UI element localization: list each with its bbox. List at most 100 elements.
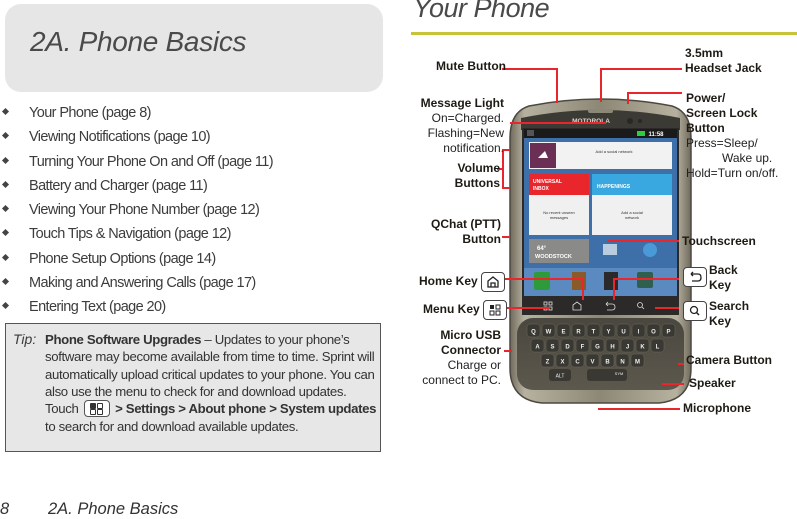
section-divider — [411, 32, 797, 35]
keyboard-key-label: B — [605, 360, 610, 366]
callout-line — [504, 278, 584, 280]
diamond-bullet-icon — [1, 302, 10, 310]
back-key-icon — [683, 267, 707, 287]
callout-micro-usb: Micro USB Connector Charge or connect to… — [400, 328, 501, 388]
keyboard-key-label: Z — [546, 360, 550, 366]
toc-item[interactable]: Making and Answering Calls (page 17) — [0, 273, 273, 297]
callout-title: 3.5mm — [685, 46, 724, 60]
callout-title: Button — [686, 121, 725, 135]
toc-item-label: Battery and Charger (page 11) — [29, 177, 208, 194]
toc-item[interactable]: Entering Text (page 20) — [0, 297, 273, 321]
footer-section: 2A. Phone Basics — [48, 500, 179, 518]
keyboard-key-label: Q — [531, 330, 536, 336]
callout-desc: On=Charged. — [431, 111, 504, 125]
toc-item-label: Your Phone (page 8) — [29, 105, 151, 121]
callout-title: Headset Jack — [685, 61, 762, 75]
svg-text:64°: 64° — [537, 246, 547, 252]
tip-body-end: to search for and download available upd… — [45, 419, 299, 435]
tip-label: Tip: — [13, 331, 37, 347]
callout-title: Buttons — [454, 176, 500, 190]
callout-title: Speaker — [689, 376, 736, 390]
callout-line — [556, 68, 558, 103]
callout-title: QChat (PTT) — [431, 217, 501, 231]
callout-title: Key — [709, 278, 732, 292]
svg-text:INBOX: INBOX — [533, 186, 550, 192]
toc-item[interactable]: Phone Setup Options (page 14) — [0, 249, 273, 273]
chapter-toc: Your Phone (page 8) Viewing Notification… — [0, 103, 274, 322]
callout-line — [613, 278, 679, 280]
callout-title: Connector — [441, 343, 501, 357]
callout-title: Camera Button — [686, 353, 773, 367]
callout-desc: Wake up. — [722, 151, 773, 165]
toc-item[interactable]: Battery and Charger (page 11) — [0, 176, 273, 200]
keyboard-key-label: D — [565, 345, 570, 351]
callout-line — [502, 236, 510, 238]
keyboard-key-label: A — [535, 345, 540, 351]
callout-power-button: Power/ Screen Lock Button Press=Sleep/ W… — [686, 91, 778, 181]
battery-icon — [637, 131, 645, 136]
keyboard-key-label: H — [610, 345, 614, 351]
callout-line — [655, 307, 679, 309]
keyboard-key-label: P — [666, 330, 670, 336]
callout-title: Touchscreen — [682, 234, 756, 248]
toc-item-label: Phone Setup Options (page 14) — [29, 250, 216, 267]
callout-title: Home Key — [419, 274, 478, 289]
keyboard-key-label: W — [546, 330, 552, 336]
callout-qchat-button: QChat (PTT) Button — [410, 217, 501, 247]
toc-item-label: Viewing Notifications (page 10) — [29, 129, 211, 146]
tip-menu-path: > Settings > About phone > System update… — [111, 401, 377, 417]
social-widget-text: Add a social network — [596, 149, 633, 154]
diamond-bullet-icon — [1, 253, 10, 261]
keyboard-key-label: F — [581, 345, 585, 351]
status-time: 11:58 — [648, 132, 664, 138]
callout-speaker: Speaker — [689, 376, 736, 391]
keyboard-key-label: S — [550, 345, 554, 351]
keyboard-key-label: K — [640, 345, 645, 351]
market-app-icon — [604, 272, 618, 290]
keyboard-key-label: O — [651, 330, 656, 336]
page-number: 8 — [0, 500, 10, 518]
svg-text:messages: messages — [550, 215, 568, 220]
diamond-bullet-icon — [1, 156, 10, 164]
keyboard-key-label: G — [595, 345, 600, 351]
svg-text:WOODSTOCK: WOODSTOCK — [535, 254, 572, 260]
page-footer: 8 2A. Phone Basics — [0, 500, 178, 519]
callout-line — [613, 278, 615, 300]
alt-key-label: ALT — [556, 374, 565, 380]
callout-line — [504, 307, 550, 309]
toc-item[interactable]: Viewing Your Phone Number (page 12) — [0, 200, 273, 224]
browser-app-icon — [643, 243, 657, 257]
callout-desc: notification. — [443, 141, 504, 155]
keyboard-key-label: J — [626, 345, 629, 351]
callout-touchscreen: Touchscreen — [682, 234, 756, 249]
callout-line — [678, 363, 684, 365]
earpiece-icon — [588, 109, 613, 113]
keyboard-key-label: M — [635, 360, 640, 366]
phone-app-icon — [534, 272, 550, 290]
callout-headset-jack: 3.5mm Headset Jack — [685, 46, 762, 76]
callout-desc: connect to PC. — [422, 373, 501, 387]
callout-line — [600, 68, 602, 102]
toc-item[interactable]: Your Phone (page 8) — [0, 103, 273, 127]
toc-item[interactable]: Touch Tips & Navigation (page 12) — [0, 224, 273, 248]
callout-back-key: Back Key — [683, 263, 738, 293]
happenings-title: HAPPENINGS — [597, 184, 631, 190]
keyboard-key-label: T — [592, 330, 596, 336]
diamond-bullet-icon — [1, 229, 10, 237]
notification-icon — [527, 130, 534, 136]
callout-title: Search — [709, 299, 750, 313]
callout-home-key: Home Key — [419, 272, 506, 292]
keyboard-key-label: L — [656, 345, 660, 351]
toc-item[interactable]: Viewing Notifications (page 10) — [0, 127, 273, 151]
callout-volume-buttons: Volume Buttons — [420, 161, 500, 191]
callout-title: Micro USB — [440, 328, 501, 342]
callout-search-key: Search Key — [683, 299, 749, 329]
menu-key-icon — [483, 300, 508, 320]
callout-message-light: Message Light On=Charged. Flashing=New n… — [400, 96, 504, 156]
toc-item[interactable]: Turning Your Phone On and Off (page 11) — [0, 152, 274, 176]
diamond-bullet-icon — [1, 132, 10, 140]
svg-text:network: network — [625, 215, 639, 220]
universal-inbox-title: UNIVERSAL — [533, 179, 562, 185]
diamond-bullet-icon — [1, 278, 10, 286]
toc-item-label: Viewing Your Phone Number (page 12) — [29, 202, 260, 219]
